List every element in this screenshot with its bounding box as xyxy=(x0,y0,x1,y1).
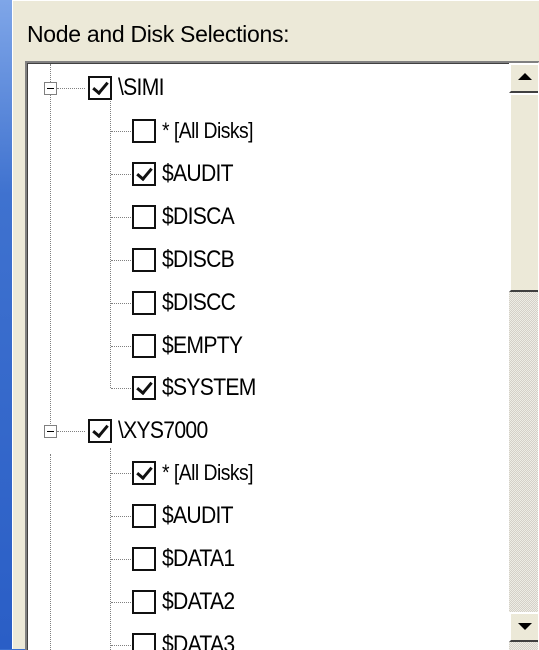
tree-branch xyxy=(111,174,131,175)
tree-branch xyxy=(111,346,131,347)
node-label-xys7000: \XYS7000 xyxy=(118,417,208,444)
checkbox-simi-empty[interactable] xyxy=(132,334,156,358)
vertical-scrollbar[interactable] xyxy=(509,63,538,650)
panel-label: Node and Disk Selections: xyxy=(27,21,290,47)
tree-branch xyxy=(111,645,131,646)
checkbox-xys-data3[interactable] xyxy=(132,633,156,650)
tree-item-xys-data1[interactable]: $DATA1 xyxy=(132,539,244,579)
checkbox-simi-all-disks[interactable] xyxy=(132,119,156,143)
tree-item-xys-data2[interactable]: $DATA2 xyxy=(132,582,244,622)
tree-item-simi-disca[interactable]: $DISCA xyxy=(132,197,244,237)
node-disk-tree[interactable]: \SIMI * [All Disks] $AUDIT $DISCA $DISCB xyxy=(25,61,539,650)
checkbox-simi-discc[interactable] xyxy=(132,291,156,315)
disk-label: * [All Disks] xyxy=(162,118,254,143)
tree-branch xyxy=(57,88,85,89)
tree-item-simi-system[interactable]: $SYSTEM xyxy=(132,368,268,408)
tree-branch xyxy=(111,131,131,132)
disk-label: * [All Disks] xyxy=(162,460,254,485)
tree-item-simi-discb[interactable]: $DISCB xyxy=(132,240,244,280)
disk-label: $AUDIT xyxy=(162,160,234,187)
tree-line-node1 xyxy=(110,96,111,388)
scroll-down-button[interactable] xyxy=(509,612,538,642)
tree-branch xyxy=(111,217,131,218)
desktop-background xyxy=(0,0,12,649)
tree-item-simi-empty[interactable]: $EMPTY xyxy=(132,326,253,366)
scroll-thumb[interactable] xyxy=(509,93,538,292)
disk-label: $DISCA xyxy=(162,203,235,230)
arrow-down-icon xyxy=(518,623,532,630)
disk-label: $DATA2 xyxy=(162,588,235,615)
tree-line-root xyxy=(50,64,51,424)
scroll-up-button[interactable] xyxy=(509,63,538,93)
checkbox-xys-data2[interactable] xyxy=(132,590,156,614)
disk-label: $SYSTEM xyxy=(162,374,256,401)
tree-item-xys-all-disks[interactable]: * [All Disks] xyxy=(132,453,265,493)
tree-view: \SIMI * [All Disks] $AUDIT $DISCA $DISCB xyxy=(27,63,509,650)
checkbox-simi-audit[interactable] xyxy=(132,162,156,186)
disk-label: $DATA1 xyxy=(162,545,235,572)
node-label-simi: \SIMI xyxy=(118,74,164,101)
tree-item-simi-all-disks[interactable]: * [All Disks] xyxy=(132,111,265,151)
checkbox-node-simi[interactable] xyxy=(88,76,112,100)
tree-node-simi[interactable]: \SIMI xyxy=(88,68,170,108)
tree-branch xyxy=(111,559,131,560)
tree-node-xys7000[interactable]: \XYS7000 xyxy=(88,411,220,451)
arrow-up-icon xyxy=(518,73,532,80)
checkbox-xys-all-disks[interactable] xyxy=(132,461,156,485)
tree-line-root-2 xyxy=(50,454,51,650)
node-disk-selection-panel: Node and Disk Selections: \SIMI * [All D… xyxy=(12,0,539,650)
tree-line-node2 xyxy=(110,448,111,650)
tree-branch xyxy=(57,431,85,432)
tree-branch xyxy=(111,303,131,304)
disk-label: $DATA3 xyxy=(162,631,235,650)
collapse-node-simi-icon[interactable] xyxy=(44,82,57,95)
disk-label: $EMPTY xyxy=(162,332,243,359)
tree-item-simi-discc[interactable]: $DISCC xyxy=(132,283,245,323)
tree-branch xyxy=(111,473,131,474)
checkbox-xys-audit[interactable] xyxy=(132,504,156,528)
collapse-node-xys7000-icon[interactable] xyxy=(44,425,57,438)
disk-label: $AUDIT xyxy=(162,502,234,529)
checkbox-simi-discb[interactable] xyxy=(132,248,156,272)
tree-branch xyxy=(111,388,131,389)
tree-branch xyxy=(111,260,131,261)
disk-label: $DISCB xyxy=(162,246,235,273)
tree-item-xys-data3[interactable]: $DATA3 xyxy=(132,625,244,650)
checkbox-node-xys7000[interactable] xyxy=(88,419,112,443)
checkbox-xys-data1[interactable] xyxy=(132,547,156,571)
tree-item-xys-audit[interactable]: $AUDIT xyxy=(132,496,243,536)
disk-label: $DISCC xyxy=(162,289,236,316)
checkbox-simi-disca[interactable] xyxy=(132,205,156,229)
tree-branch xyxy=(111,516,131,517)
tree-item-simi-audit[interactable]: $AUDIT xyxy=(132,154,243,194)
checkbox-simi-system[interactable] xyxy=(132,376,156,400)
tree-branch xyxy=(111,602,131,603)
